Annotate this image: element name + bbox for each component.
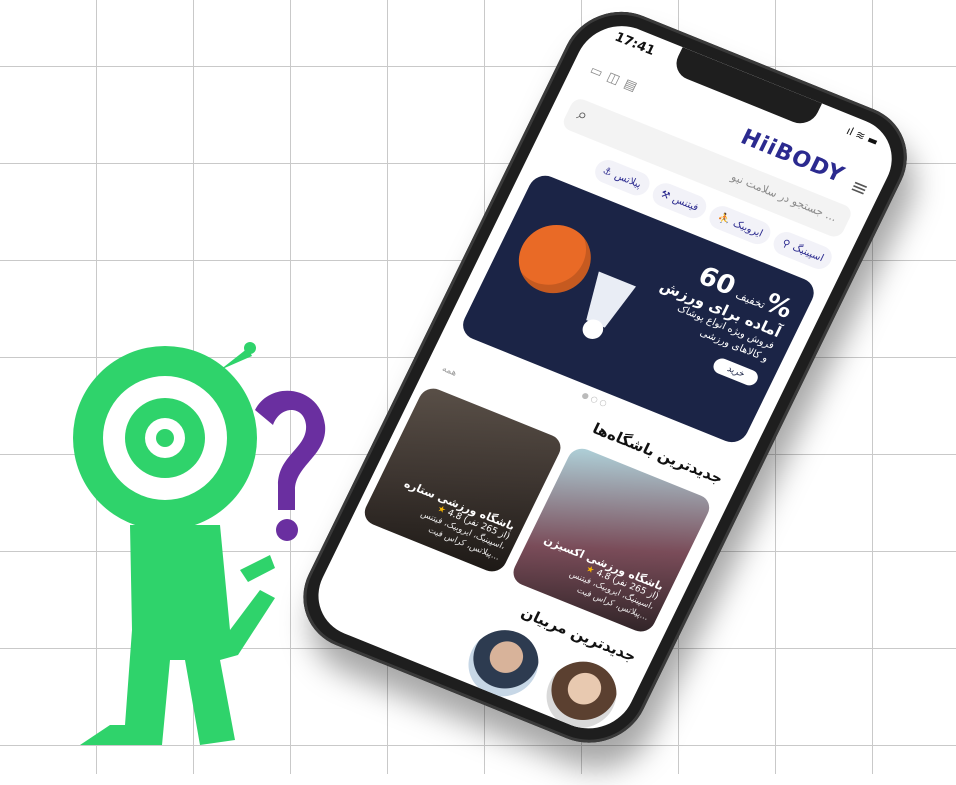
mascot-body xyxy=(80,525,275,745)
banner-text: تخفیف 60% آماده برای ورزش فروش ویژه انوا… xyxy=(634,250,797,388)
category-chip-fitness[interactable]: ⚒ فیتنس xyxy=(648,179,711,222)
chip-label: فیتنس xyxy=(670,193,701,214)
category-chip-pilates[interactable]: ⚓ پیلاتس xyxy=(590,156,654,199)
question-mark-icon xyxy=(255,390,326,510)
pilates-icon: ⚓ xyxy=(600,165,615,179)
cycling-icon: ⚲ xyxy=(780,237,792,251)
status-icons: ıl ≋ ▬ xyxy=(844,124,881,149)
gyms-see-all-link[interactable]: همه xyxy=(440,364,458,379)
chip-label: پیلاتس xyxy=(612,169,644,191)
status-time: 17:41 xyxy=(612,29,658,59)
mascot-illustration xyxy=(73,342,326,745)
search-icon[interactable]: ⌕ xyxy=(574,104,592,126)
coach-avatar[interactable] xyxy=(534,651,629,739)
promo-banner[interactable]: تخفیف 60% آماده برای ورزش فروش ویژه انوا… xyxy=(457,170,820,447)
coach-avatar[interactable] xyxy=(456,619,550,707)
banner-buy-button[interactable]: خرید xyxy=(710,356,761,388)
chip-label: ایروبیک xyxy=(731,217,765,240)
header-actions: ▭◫▤ xyxy=(587,63,645,97)
category-chip-spinning[interactable]: ⚲ اسپینیگ xyxy=(769,228,836,273)
aerobic-icon: ⛹ xyxy=(715,211,733,227)
chip-label: اسپینیگ xyxy=(790,241,826,264)
fitness-icon: ⚒ xyxy=(658,188,672,202)
hamburger-icon[interactable]: ≡ xyxy=(847,174,873,202)
gym-card-info: باشگاه ورزشی ستاره ★ 4.8 (از 265 نفر) اس… xyxy=(372,471,517,564)
